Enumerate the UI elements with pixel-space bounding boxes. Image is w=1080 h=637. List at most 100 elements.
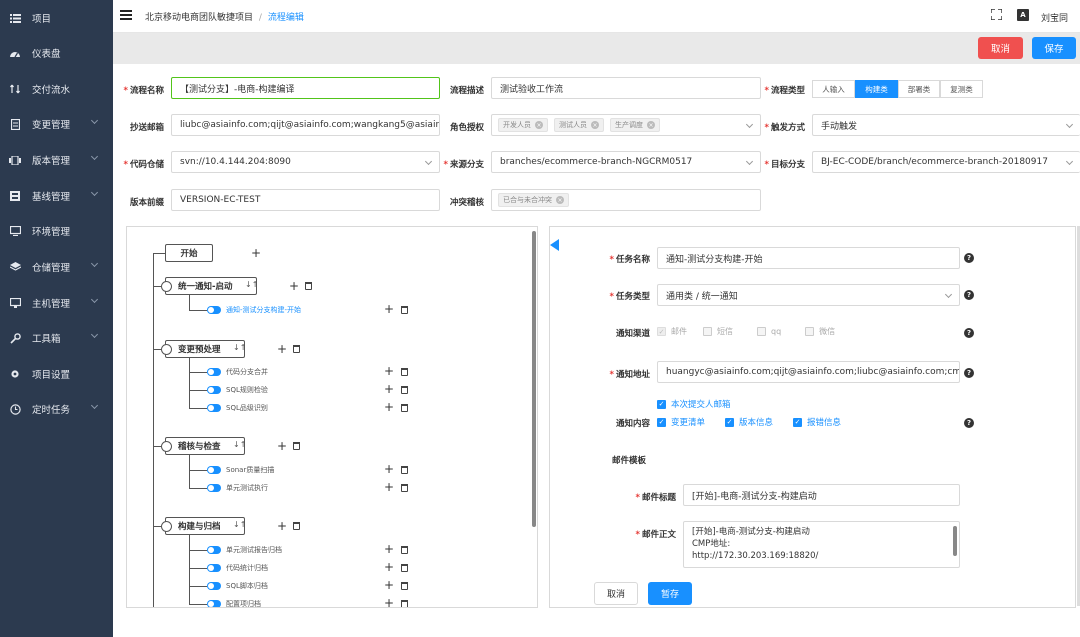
trash-icon[interactable] [401, 368, 408, 376]
role-tag[interactable]: 测试人员 × [554, 118, 604, 132]
flow-desc-input[interactable]: 测试验收工作流 [491, 77, 761, 99]
toggle-switch[interactable] [207, 368, 221, 376]
channel-email-option[interactable]: ✓ 邮件 [657, 326, 687, 337]
add-icon[interactable]: + [289, 280, 299, 292]
menu-toggle-icon[interactable] [120, 10, 132, 20]
task-item[interactable]: 代码统计归档 [207, 563, 268, 573]
sidebar-item-baseline[interactable]: 基线管理 [0, 186, 113, 206]
trash-icon[interactable] [401, 386, 408, 394]
fullscreen-icon[interactable] [990, 8, 1003, 23]
content-change-list-option[interactable]: ✓ 变更清单 [657, 416, 705, 428]
sidebar-item-project[interactable]: 项目 [0, 8, 113, 28]
flow-type-option-selected[interactable]: 构建类 [855, 80, 898, 98]
content-error-option[interactable]: ✓ 报错信息 [793, 416, 841, 428]
mail-subject-input[interactable]: [开始]-电商-测试分支-构建启动 [683, 484, 960, 506]
add-icon[interactable]: + [277, 520, 287, 532]
sort-icon[interactable]: ↓↑ [233, 440, 246, 449]
trash-icon[interactable] [401, 466, 408, 474]
task-temp-save-button[interactable]: 暂存 [648, 582, 692, 605]
channel-wechat-option[interactable]: 微信 [805, 326, 835, 337]
help-icon[interactable]: ? [964, 368, 974, 378]
cancel-button[interactable]: 取消 [978, 37, 1023, 59]
save-button[interactable]: 保存 [1032, 37, 1076, 59]
sidebar-item-warehouse[interactable]: 仓储管理 [0, 257, 113, 277]
toggle-switch[interactable] [207, 404, 221, 412]
add-icon[interactable]: + [277, 440, 287, 452]
task-type-select[interactable]: 通用类 / 统一通知 [657, 284, 960, 306]
channel-sms-option[interactable]: 短信 [703, 326, 733, 337]
trigger-select[interactable]: 手动触发 [812, 114, 1080, 136]
add-icon[interactable]: + [384, 463, 394, 475]
conflict-tag[interactable]: 已合与未合冲突 × [498, 193, 569, 207]
toggle-switch[interactable] [207, 466, 221, 474]
help-icon[interactable]: ? [964, 253, 974, 263]
cc-email-input[interactable]: liubc@asiainfo.com;qijt@asiainfo.com;wan… [171, 114, 440, 136]
flow-type-option[interactable]: 复测类 [940, 80, 983, 98]
stage-toggle-icon[interactable] [161, 281, 172, 292]
task-cancel-button[interactable]: 取消 [594, 582, 638, 605]
trash-icon[interactable] [293, 522, 300, 530]
trash-icon[interactable] [293, 442, 300, 450]
close-icon[interactable]: × [535, 121, 543, 129]
checkbox[interactable]: ✓ [657, 399, 666, 409]
checkbox[interactable] [703, 327, 712, 336]
content-version-option[interactable]: ✓ 版本信息 [725, 416, 773, 428]
breadcrumb-project[interactable]: 北京移动电商团队敏捷项目 [145, 13, 253, 23]
sidebar-item-settings[interactable]: 项目设置 [0, 364, 113, 384]
checkbox[interactable]: ✓ [657, 417, 666, 427]
source-branch-select[interactable]: branches/ecommerce-branch-NGCRM0517 [491, 151, 761, 173]
close-icon[interactable]: × [647, 121, 655, 129]
sidebar-item-schedule[interactable]: 定时任务 [0, 399, 113, 419]
task-item[interactable]: Sonar质量扫描 [207, 465, 274, 475]
sidebar-item-version[interactable]: 版本管理 [0, 150, 113, 170]
submitter-email-option[interactable]: ✓ 本次提交人邮箱 [657, 398, 731, 410]
task-item[interactable]: 配置项归档 [207, 599, 261, 607]
toggle-switch[interactable] [207, 306, 221, 314]
conflict-select[interactable]: 已合与未合冲突 × [491, 189, 761, 211]
task-item[interactable]: 单元测试执行 [207, 483, 268, 493]
help-icon[interactable]: ? [964, 328, 974, 338]
sort-icon[interactable]: ↓↑ [233, 520, 246, 529]
task-item[interactable]: SQL脚本归档 [207, 581, 268, 591]
add-icon[interactable]: + [384, 401, 394, 413]
flow-type-option[interactable]: 人输入 [812, 80, 855, 98]
trash-icon[interactable] [401, 484, 408, 492]
task-item[interactable]: SQL品级识别 [207, 403, 268, 413]
sidebar-item-dashboard[interactable]: 仪表盘 [0, 43, 113, 63]
task-item[interactable]: SQL规则检验 [207, 385, 268, 395]
toggle-switch[interactable] [207, 582, 221, 590]
font-size-icon[interactable]: A [1017, 9, 1029, 21]
stage-node[interactable]: 统一通知-启动 [161, 277, 257, 295]
add-icon[interactable]: + [384, 383, 394, 395]
checkbox[interactable]: ✓ [725, 417, 735, 427]
task-item[interactable]: 通知-测试分支构建-开始 [207, 305, 301, 315]
trash-icon[interactable] [401, 404, 408, 412]
trash-icon[interactable] [401, 306, 408, 314]
sort-icon[interactable]: ↓↑ [233, 343, 246, 352]
channel-qq-option[interactable]: qq [757, 326, 781, 337]
toggle-switch[interactable] [207, 546, 221, 554]
checkbox[interactable] [757, 327, 766, 336]
toggle-switch[interactable] [207, 386, 221, 394]
task-item[interactable]: 代码分支合并 [207, 367, 268, 377]
address-input[interactable]: huangyc@asiainfo.com;qijt@asiainfo.com;l… [657, 361, 960, 383]
role-tag[interactable]: 生产调度 × [610, 118, 660, 132]
close-icon[interactable]: × [556, 196, 564, 204]
stage-toggle-icon[interactable] [161, 344, 172, 355]
stage-toggle-icon[interactable] [161, 441, 172, 452]
checkbox[interactable] [805, 327, 815, 336]
sidebar-item-change[interactable]: 变更管理 [0, 114, 113, 134]
add-icon[interactable]: + [384, 303, 394, 315]
start-node[interactable]: 开始 [165, 244, 213, 262]
trash-icon[interactable] [305, 282, 312, 290]
flow-type-option[interactable]: 部署类 [898, 80, 940, 98]
add-icon[interactable]: + [384, 597, 394, 607]
trash-icon[interactable] [293, 345, 300, 353]
checkbox[interactable]: ✓ [657, 327, 666, 336]
repo-select[interactable]: svn://10.4.144.204:8090 [171, 151, 440, 173]
help-icon[interactable]: ? [964, 418, 974, 428]
role-auth-select[interactable]: 开发人员 × 测试人员 × 生产调度 × [491, 114, 761, 136]
sidebar-item-delivery[interactable]: 交付流水 [0, 79, 113, 99]
add-icon[interactable]: + [384, 481, 394, 493]
scrollbar[interactable] [953, 526, 957, 556]
